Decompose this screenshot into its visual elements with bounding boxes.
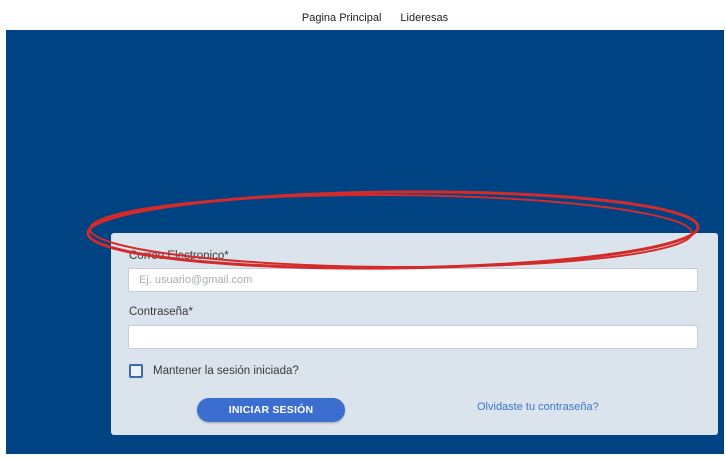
login-button[interactable]: INICIAR SESIÓN [197,398,345,422]
email-field[interactable] [128,268,698,292]
remember-me-toggle[interactable]: Mantener la sesión iniciada? [129,364,299,378]
remember-me-checkbox[interactable] [129,364,143,378]
remember-me-label: Mantener la sesión iniciada? [153,365,299,377]
nav-link-home[interactable]: Pagina Principal [302,12,382,24]
email-label: Correo Electronico* [129,250,229,262]
nav-link-leaders[interactable]: Lideresas [400,12,448,24]
hero-background: Correo Electronico* Contraseña* Mantener… [6,30,724,454]
password-label: Contraseña* [129,306,193,318]
password-field[interactable] [128,325,698,349]
page: Pagina Principal Lideresas Correo Electr… [0,0,726,458]
login-card: Correo Electronico* Contraseña* Mantener… [111,233,718,435]
top-navigation: Pagina Principal Lideresas [6,6,724,30]
forgot-password-link[interactable]: Olvidaste tu contraseña? [477,401,599,413]
